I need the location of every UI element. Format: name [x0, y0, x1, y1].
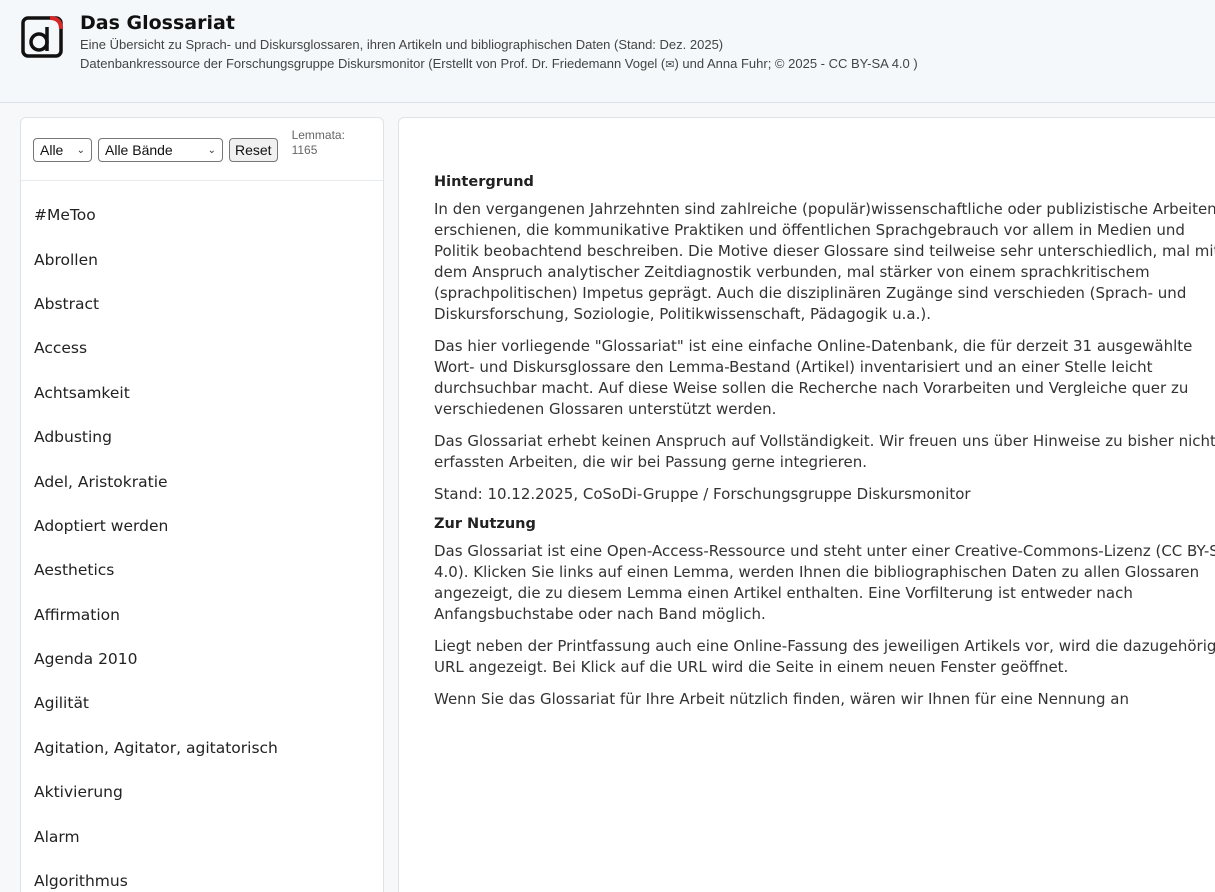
chevron-down-icon: ⌄ — [207, 144, 216, 156]
lemma-item[interactable]: Algorithmus — [21, 859, 383, 892]
app-credits: Datenbankressource der Forschungsgruppe … — [80, 54, 918, 75]
lemma-count-value: 1165 — [291, 143, 318, 157]
paragraph: Das Glossariat ist eine Open-Access-Ress… — [434, 542, 1215, 623]
app-subtitle: Eine Übersicht zu Sprach- und Diskursglo… — [80, 37, 724, 52]
reset-button[interactable]: Reset — [229, 138, 278, 162]
lemma-item[interactable]: Abstract — [21, 282, 383, 326]
lemma-item[interactable]: Adbusting — [21, 415, 383, 459]
section-heading-background: Hintergrund — [434, 174, 534, 190]
lemma-item[interactable]: Agitation, Agitator, agitatorisch — [21, 726, 383, 770]
band-filter-value: Alle Bände — [105, 142, 173, 158]
credits-text-end: ) und Anna Fuhr; © 2025 - CC BY-SA 4.0 ) — [674, 56, 918, 71]
chevron-down-icon: ⌄ — [76, 144, 85, 156]
app-header: Das Glossariat Eine Übersicht zu Sprach-… — [0, 0, 1215, 103]
paragraph: Das Glossariat erhebt keinen Anspruch au… — [434, 432, 1215, 471]
lemma-item[interactable]: Alarm — [21, 814, 383, 858]
lemma-item[interactable]: #MeToo — [21, 193, 383, 237]
lemma-item[interactable]: Agilität — [21, 681, 383, 725]
paragraph: In den vergangenen Jahrzehnten sind zahl… — [434, 200, 1215, 323]
band-filter-select[interactable]: Alle Bände ⌄ — [98, 138, 223, 162]
content-panel: Hintergrund In den vergangenen Jahrzehnt… — [398, 117, 1215, 892]
letter-filter-select[interactable]: Alle ⌄ — [33, 138, 92, 162]
section-heading-usage: Zur Nutzung — [434, 516, 536, 532]
app-title: Das Glossariat — [80, 12, 235, 34]
logo-icon — [21, 16, 63, 58]
lemma-item[interactable]: Achtsamkeit — [21, 371, 383, 415]
lemma-item[interactable]: Agenda 2010 — [21, 637, 383, 681]
lemma-item[interactable]: Adel, Aristokratie — [21, 459, 383, 503]
paragraph: Stand: 10.12.2025, CoSoDi-Gruppe / Forsc… — [434, 485, 971, 503]
lemma-item[interactable]: Affirmation — [21, 593, 383, 637]
lemma-item[interactable]: Aktivierung — [21, 770, 383, 814]
lemma-item[interactable]: Access — [21, 326, 383, 370]
lemma-item[interactable]: Aesthetics — [21, 548, 383, 592]
letter-filter-value: Alle — [40, 142, 64, 158]
paragraph: Wenn Sie das Glossariat für Ihre Arbeit … — [434, 690, 1129, 708]
paragraph: Liegt neben der Printfassung auch eine O… — [434, 637, 1215, 676]
lemma-item[interactable]: Abrollen — [21, 237, 383, 281]
lemma-list: #MeToo Abrollen Abstract Access Achtsamk… — [21, 181, 383, 892]
lemma-item[interactable]: Adoptiert werden — [21, 504, 383, 548]
lemma-count-label: Lemmata: — [291, 128, 345, 142]
filter-controls: Alle ⌄ Alle Bände ⌄ Reset Lemmata: 1165 — [21, 118, 383, 181]
paragraph: Das hier vorliegende "Glossariat" ist ei… — [434, 337, 1193, 418]
lemma-count: Lemmata: 1165 — [292, 128, 345, 158]
lemma-sidebar: Alle ⌄ Alle Bände ⌄ Reset Lemmata: 1165 … — [20, 117, 384, 892]
credits-text-start: Datenbankressource der Forschungsgruppe … — [80, 56, 666, 71]
